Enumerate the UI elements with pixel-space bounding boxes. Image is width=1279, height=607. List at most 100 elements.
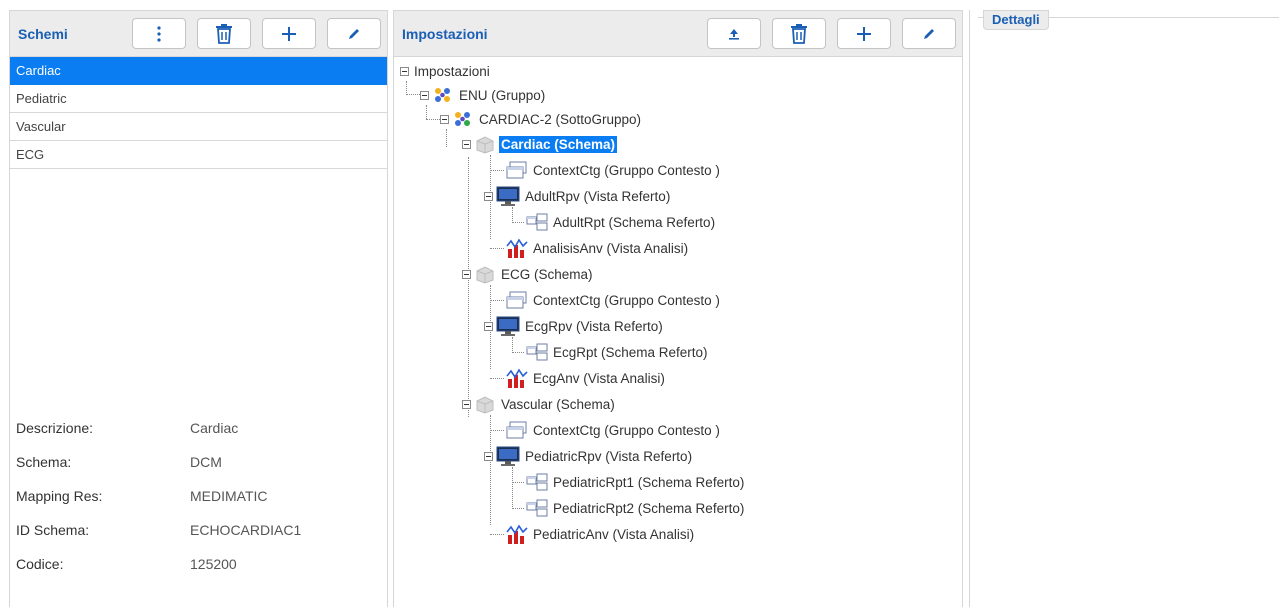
- tree-node-label: PediatricRpv (Vista Referto): [525, 448, 693, 464]
- trash-icon: [791, 23, 807, 44]
- detail-row-descrizione: Descrizione: Cardiac: [16, 411, 376, 445]
- tree-node-label: PediatricAnv (Vista Analisi): [533, 526, 695, 542]
- list-item-pediatric[interactable]: Pediatric: [10, 85, 387, 113]
- collapse-icon[interactable]: [462, 139, 471, 149]
- pencil-icon: [349, 28, 359, 39]
- tree-connector: [406, 81, 407, 95]
- detail-value: DCM: [190, 454, 222, 470]
- report-schema-icon: [526, 499, 548, 517]
- detail-row-codice: Codice: 125200: [16, 547, 376, 581]
- tree-node-label: AnalisisAnv (Vista Analisi): [533, 240, 689, 256]
- schemi-menu-button[interactable]: [132, 18, 186, 49]
- tree-node-label: EcgRpt (Schema Referto): [553, 344, 708, 360]
- detail-value: Cardiac: [190, 420, 239, 436]
- plus-icon: [857, 26, 871, 41]
- tree-node-pediatric-rpv[interactable]: PediatricRpv (Vista Referto): [484, 445, 694, 467]
- monitor-icon: [496, 186, 520, 206]
- impostazioni-upload-button[interactable]: [707, 18, 761, 49]
- tree-node-context[interactable]: ContextCtg (Gruppo Contesto ): [490, 419, 722, 441]
- schemi-panel: Schemi Cardiac Pediatric Vascular ECG De…: [9, 10, 388, 607]
- schema-box-icon: [476, 136, 494, 154]
- collapse-icon[interactable]: [462, 269, 471, 279]
- tree-node-vascular-schema[interactable]: Vascular (Schema): [462, 393, 617, 415]
- list-item-ecg[interactable]: ECG: [10, 141, 387, 169]
- group-icon: [435, 88, 450, 102]
- dettagli-title: Dettagli: [983, 10, 1049, 30]
- monitor-icon: [496, 316, 520, 336]
- tree-node-context[interactable]: ContextCtg (Gruppo Contesto ): [490, 289, 722, 311]
- analysis-chart-icon: [506, 524, 528, 544]
- subgroup-icon: [455, 112, 470, 126]
- upload-icon: [729, 28, 739, 40]
- schemi-edit-button[interactable]: [327, 18, 381, 49]
- tree-node-group[interactable]: ENU (Gruppo): [420, 84, 547, 106]
- detail-value: ECHOCARDIAC1: [190, 522, 302, 538]
- tree-node-label: ECG (Schema): [501, 266, 593, 282]
- impostazioni-delete-button[interactable]: [772, 18, 826, 49]
- detail-row-mapping-res: Mapping Res: MEDIMATIC: [16, 479, 376, 513]
- tree-connector: [406, 94, 420, 95]
- tree-node-ecg-rpv[interactable]: EcgRpv (Vista Referto): [484, 315, 665, 337]
- detail-label: Descrizione:: [16, 420, 94, 436]
- tree-connector: [468, 157, 469, 417]
- analysis-chart-icon: [506, 238, 528, 258]
- tree-node-label: PediatricRpt1 (Schema Referto): [553, 474, 745, 490]
- tree-connector: [446, 129, 447, 147]
- detail-label: ID Schema:: [16, 522, 90, 538]
- schemi-header: Schemi: [10, 11, 387, 57]
- schema-box-icon: [476, 266, 494, 284]
- tree-node-label: Vascular (Schema): [501, 396, 615, 412]
- tree-node-adult-rpt[interactable]: AdultRpt (Schema Referto): [512, 211, 717, 233]
- list-item-vascular[interactable]: Vascular: [10, 113, 387, 141]
- tree-node-root[interactable]: Impostazioni: [400, 60, 492, 82]
- detail-label: Mapping Res:: [16, 488, 103, 504]
- context-windows-icon: [506, 291, 527, 309]
- collapse-icon[interactable]: [400, 66, 409, 76]
- vertical-dots-icon: [157, 25, 161, 42]
- collapse-icon[interactable]: [484, 321, 493, 331]
- report-schema-icon: [526, 213, 548, 231]
- tree-node-context[interactable]: ContextCtg (Gruppo Contesto ): [490, 159, 722, 181]
- schemi-delete-button[interactable]: [197, 18, 251, 49]
- tree-node-label: ContextCtg (Gruppo Contesto ): [533, 162, 720, 178]
- schemi-title: Schemi: [18, 25, 68, 42]
- plus-icon: [282, 26, 296, 41]
- settings-tree: Impostazioni ENU (Gruppo) CARDIAC-2 (Sot…: [394, 57, 962, 597]
- tree-node-pediatric-anv[interactable]: PediatricAnv (Vista Analisi): [490, 523, 696, 545]
- tree-node-label: ENU (Gruppo): [459, 87, 546, 103]
- impostazioni-add-button[interactable]: [837, 18, 891, 49]
- tree-node-pediatric-rpt2[interactable]: PediatricRpt2 (Schema Referto): [512, 497, 746, 519]
- tree-node-cardiac-schema[interactable]: Cardiac (Schema): [462, 133, 618, 155]
- collapse-icon[interactable]: [484, 451, 493, 461]
- impostazioni-edit-button[interactable]: [902, 18, 956, 49]
- pencil-icon: [924, 28, 934, 39]
- tree-node-analisis-anv[interactable]: AnalisisAnv (Vista Analisi): [490, 237, 690, 259]
- impostazioni-panel: Impostazioni Impostazioni ENU (Gruppo) C…: [393, 10, 963, 607]
- detail-value: MEDIMATIC: [190, 488, 268, 504]
- tree-node-adult-rpv[interactable]: AdultRpv (Vista Referto): [484, 185, 672, 207]
- schemi-add-button[interactable]: [262, 18, 316, 49]
- tree-node-subgroup[interactable]: CARDIAC-2 (SottoGruppo): [440, 108, 643, 130]
- tree-node-label: Cardiac (Schema): [499, 135, 618, 153]
- schema-details: Descrizione: Cardiac Schema: DCM Mapping…: [16, 411, 376, 581]
- schema-box-icon: [476, 396, 494, 414]
- impostazioni-header: Impostazioni: [394, 11, 962, 57]
- tree-node-label: AdultRpv (Vista Referto): [525, 188, 671, 204]
- collapse-icon[interactable]: [440, 114, 449, 124]
- report-schema-icon: [526, 473, 548, 491]
- tree-node-label: ContextCtg (Gruppo Contesto ): [533, 422, 720, 438]
- detail-row-id-schema: ID Schema: ECHOCARDIAC1: [16, 513, 376, 547]
- tree-connector: [426, 119, 440, 120]
- detail-row-schema: Schema: DCM: [16, 445, 376, 479]
- tree-node-ecg-anv[interactable]: EcgAnv (Vista Analisi): [490, 367, 667, 389]
- list-item-cardiac[interactable]: Cardiac: [10, 57, 387, 85]
- tree-node-ecg-rpt[interactable]: EcgRpt (Schema Referto): [512, 341, 710, 363]
- detail-value: 125200: [190, 556, 237, 572]
- collapse-icon[interactable]: [420, 90, 429, 100]
- collapse-icon[interactable]: [484, 191, 493, 201]
- tree-node-pediatric-rpt1[interactable]: PediatricRpt1 (Schema Referto): [512, 471, 746, 493]
- collapse-icon[interactable]: [462, 399, 471, 409]
- tree-node-ecg-schema[interactable]: ECG (Schema): [462, 263, 595, 285]
- monitor-icon: [496, 446, 520, 466]
- tree-node-label: CARDIAC-2 (SottoGruppo): [479, 111, 642, 127]
